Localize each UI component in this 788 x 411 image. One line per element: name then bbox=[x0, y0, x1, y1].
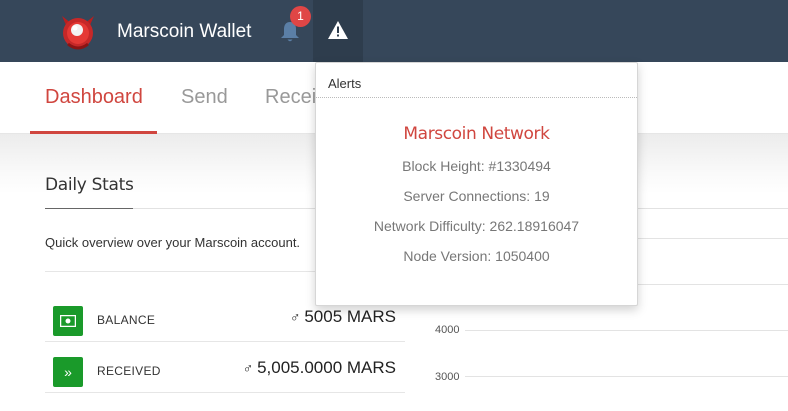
tab-dashboard[interactable]: Dashboard bbox=[45, 86, 143, 109]
mars-logo-icon[interactable] bbox=[56, 10, 100, 54]
network-difficulty: Network Difficulty: 262.18916047 bbox=[373, 218, 580, 234]
divider bbox=[316, 97, 637, 98]
title-underline bbox=[45, 208, 133, 209]
stat-value: ♂ 5005 MARS bbox=[290, 307, 396, 327]
server-connections: Server Connections: 19 bbox=[403, 188, 550, 204]
chart-gridline bbox=[465, 330, 788, 331]
warning-triangle-icon bbox=[328, 21, 348, 39]
stat-label: BALANCE bbox=[97, 313, 156, 327]
mars-symbol: ♂ bbox=[242, 360, 254, 376]
chart-tick-label: 3000 bbox=[435, 371, 460, 383]
node-version: Node Version: 1050400 bbox=[403, 248, 550, 264]
stat-value: ♂ 5,005.0000 MARS bbox=[243, 358, 396, 378]
received-value: 5,005.0000 MARS bbox=[257, 358, 396, 377]
alerts-button[interactable] bbox=[313, 0, 363, 62]
balance-value: 5005 MARS bbox=[304, 307, 396, 326]
stat-row-received: » RECEIVED ♂ 5,005.0000 MARS bbox=[45, 347, 405, 393]
daily-stats-title: Daily Stats bbox=[45, 175, 134, 195]
money-icon bbox=[53, 306, 83, 336]
alerts-header: Alerts bbox=[328, 76, 362, 91]
block-height: Block Height: #1330494 bbox=[402, 158, 551, 174]
overview-text: Quick overview over your Marscoin accoun… bbox=[45, 235, 301, 250]
chart-tick-label: 4000 bbox=[435, 324, 460, 336]
tab-send[interactable]: Send bbox=[181, 86, 228, 109]
network-title: Marscoin Network bbox=[403, 124, 550, 144]
notification-badge: 1 bbox=[290, 6, 311, 27]
alerts-dropdown: Alerts Marscoin Network Block Height: #1… bbox=[315, 62, 638, 306]
mars-symbol: ♂ bbox=[289, 309, 301, 325]
top-navbar: Marscoin Wallet 1 bbox=[0, 0, 788, 62]
double-chevron-right-icon: » bbox=[53, 357, 83, 387]
chart-gridline bbox=[465, 376, 788, 377]
brand-title[interactable]: Marscoin Wallet bbox=[117, 21, 251, 43]
stat-label: RECEIVED bbox=[97, 364, 161, 378]
